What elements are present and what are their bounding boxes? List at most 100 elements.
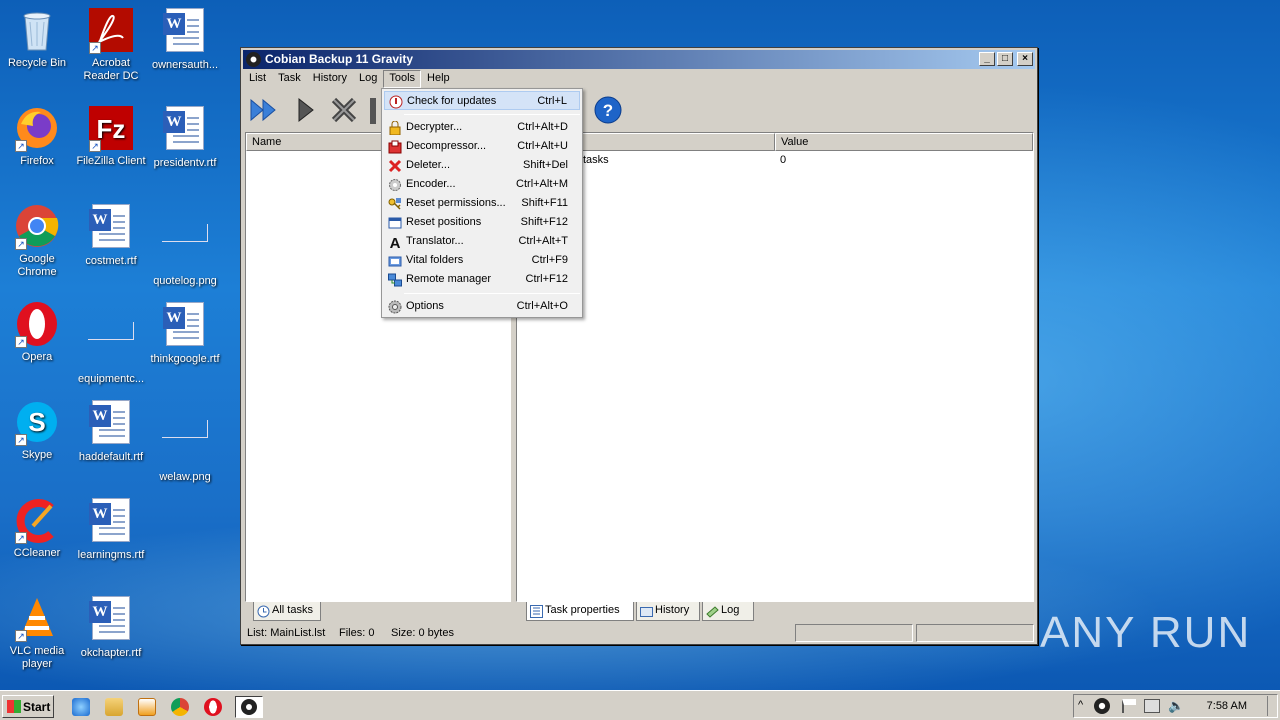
opera-taskbar-icon[interactable] bbox=[204, 698, 222, 716]
desktop-icon-costmet[interactable]: W costmet.rtf bbox=[74, 202, 148, 268]
log-icon bbox=[706, 605, 719, 618]
tab-log[interactable]: Log bbox=[702, 602, 754, 621]
desktop-icon-label: Skype bbox=[21, 449, 53, 461]
menu-item-reset-positions[interactable]: Reset positions Shift+F12 bbox=[384, 213, 580, 232]
help-icon[interactable]: ? bbox=[593, 95, 623, 125]
desktop-icon-label: costmet.rtf bbox=[85, 255, 137, 267]
cobian-tray-icon[interactable] bbox=[1094, 698, 1110, 714]
menu-item-deleter[interactable]: Deleter... Shift+Del bbox=[384, 156, 580, 175]
word-document-icon: W bbox=[87, 204, 135, 252]
menu-item-shortcut: Ctrl+Alt+O bbox=[516, 300, 568, 312]
menu-item-options[interactable]: Options Ctrl+Alt+O bbox=[384, 297, 580, 316]
word-document-icon: W bbox=[87, 400, 135, 448]
lock-icon bbox=[388, 120, 402, 136]
menu-item-decompressor[interactable]: Decompressor... Ctrl+Alt+U bbox=[384, 137, 580, 156]
word-document-icon: W bbox=[87, 596, 135, 644]
menu-item-reset-permissions[interactable]: Reset permissions... Shift+F11 bbox=[384, 194, 580, 213]
desktop-icon-opera[interactable]: ↗ Opera bbox=[0, 300, 74, 364]
menu-item-label: Translator... bbox=[406, 235, 464, 247]
pause-icon[interactable] bbox=[369, 95, 377, 125]
menu-item-label: Decompressor... bbox=[406, 140, 487, 152]
blank-file-icon bbox=[161, 420, 209, 468]
tray-expand-icon[interactable]: ^ bbox=[1078, 699, 1083, 711]
close-button[interactable]: × bbox=[1017, 52, 1033, 66]
desktop-icon-skype[interactable]: S ↗ Skype bbox=[0, 398, 74, 462]
menu-item-encoder[interactable]: Encoder... Ctrl+Alt+M bbox=[384, 175, 580, 194]
menu-separator bbox=[404, 293, 580, 294]
minimize-button[interactable]: _ bbox=[979, 52, 995, 66]
desktop-icon-ccleaner[interactable]: ↗ CCleaner bbox=[0, 496, 74, 560]
ie-icon[interactable] bbox=[72, 698, 90, 716]
menu-item-label: Encoder... bbox=[406, 178, 456, 190]
desktop-icon-firefox[interactable]: ↗ Firefox bbox=[0, 104, 74, 168]
desktop-icon-label: Opera bbox=[21, 351, 53, 363]
run-all-icon[interactable] bbox=[249, 95, 279, 125]
svg-text:S: S bbox=[28, 407, 45, 437]
desktop-icon-recycle-bin[interactable]: Recycle Bin bbox=[0, 6, 74, 70]
start-button[interactable]: Start bbox=[2, 695, 54, 718]
desktop-icon-filezilla[interactable]: Fz ↗ FileZilla Client bbox=[74, 104, 148, 168]
desktop-icon-chrome[interactable]: ↗ Google Chrome bbox=[0, 202, 74, 279]
chrome-taskbar-icon[interactable] bbox=[171, 698, 189, 716]
status-bar: List: MainList.lst Files: 0 Size: 0 byte… bbox=[243, 624, 1035, 642]
run-icon[interactable] bbox=[291, 95, 321, 125]
show-desktop-button[interactable] bbox=[1267, 696, 1275, 716]
desktop-icon-welaw[interactable]: welaw.png bbox=[148, 398, 222, 484]
tab-history[interactable]: History bbox=[636, 602, 700, 621]
menu-item-translator[interactable]: A Translator... Ctrl+Alt+T bbox=[384, 232, 580, 252]
desktop-icon-learningms[interactable]: W learningms.rtf bbox=[74, 496, 148, 562]
shortcut-arrow-icon: ↗ bbox=[15, 140, 27, 152]
tab-all-tasks[interactable]: All tasks bbox=[253, 602, 321, 621]
toolbar: ? bbox=[243, 90, 1035, 130]
shortcut-arrow-icon: ↗ bbox=[89, 140, 101, 152]
desktop-icon-acrobat[interactable]: ↗ Acrobat Reader DC bbox=[74, 6, 148, 83]
tab-task-properties[interactable]: Task properties bbox=[526, 602, 634, 621]
chrome-icon: ↗ bbox=[13, 202, 61, 250]
desktop-icon-haddefault[interactable]: W haddefault.rtf bbox=[74, 398, 148, 464]
desktop-icon-label: CCleaner bbox=[13, 547, 61, 559]
menu-item-label: Check for updates bbox=[407, 95, 497, 107]
desktop-icon-quotelog[interactable]: quotelog.png bbox=[148, 202, 222, 288]
menu-item-remote-manager[interactable]: Remote manager Ctrl+F12 bbox=[384, 270, 580, 289]
desktop-icon-equipment[interactable]: equipmentc... bbox=[74, 300, 148, 386]
menu-item-vital-folders[interactable]: Vital folders Ctrl+F9 bbox=[384, 251, 580, 270]
menu-tools[interactable]: Tools bbox=[383, 70, 422, 88]
status-size: Size: 0 bytes bbox=[391, 627, 454, 639]
desktop-icon-thinkgoogle[interactable]: W thinkgoogle.rtf bbox=[148, 300, 222, 366]
menu-list[interactable]: List bbox=[243, 70, 272, 88]
menu-item-check-updates[interactable]: Check for updates Ctrl+L bbox=[384, 91, 580, 110]
volume-icon[interactable]: 🔈 bbox=[1168, 698, 1184, 714]
menu-history[interactable]: History bbox=[307, 70, 353, 88]
desktop-icon-ownersauth[interactable]: W ownersauth... bbox=[148, 6, 222, 72]
flag-icon[interactable] bbox=[1122, 699, 1136, 713]
window-titlebar[interactable]: Cobian Backup 11 Gravity _ □ × bbox=[243, 50, 1035, 69]
desktop-icon-label: Acrobat Reader DC bbox=[83, 57, 139, 82]
task-properties-pane[interactable]: Value tasks 0 bbox=[516, 132, 1034, 602]
column-header-value[interactable]: Value bbox=[775, 133, 1033, 151]
svg-text:?: ? bbox=[603, 101, 613, 120]
explorer-icon[interactable] bbox=[105, 698, 123, 716]
start-label: Start bbox=[23, 700, 51, 714]
menu-item-decrypter[interactable]: Decrypter... Ctrl+Alt+D bbox=[384, 118, 580, 137]
clock[interactable]: 7:58 AM bbox=[1207, 700, 1247, 712]
vlc-icon: ↗ bbox=[13, 594, 61, 642]
media-player-icon[interactable] bbox=[138, 698, 156, 716]
menu-help[interactable]: Help bbox=[421, 70, 456, 88]
status-panel bbox=[916, 624, 1034, 642]
stop-icon[interactable] bbox=[329, 95, 359, 125]
menu-log[interactable]: Log bbox=[353, 70, 383, 88]
maximize-button[interactable]: □ bbox=[997, 52, 1013, 66]
desktop-icon-vlc[interactable]: ↗ VLC media player bbox=[0, 594, 74, 671]
desktop-icon-label: ownersauth... bbox=[151, 59, 219, 71]
desktop-icon-okchapter[interactable]: W okchapter.rtf bbox=[74, 594, 148, 660]
shortcut-arrow-icon: ↗ bbox=[89, 42, 101, 54]
desktop-icon-presidentv[interactable]: W presidentv.rtf bbox=[148, 104, 222, 170]
filezilla-icon: Fz ↗ bbox=[87, 104, 135, 152]
menu-item-label: Decrypter... bbox=[406, 121, 463, 133]
network-tray-icon[interactable] bbox=[1144, 699, 1160, 713]
anyrun-watermark: ANY RUN bbox=[1040, 608, 1252, 657]
cobian-taskbar-button[interactable] bbox=[235, 696, 263, 718]
menu-task[interactable]: Task bbox=[272, 70, 307, 88]
menu-item-shortcut: Shift+F12 bbox=[520, 216, 568, 228]
tab-label: History bbox=[655, 604, 690, 616]
